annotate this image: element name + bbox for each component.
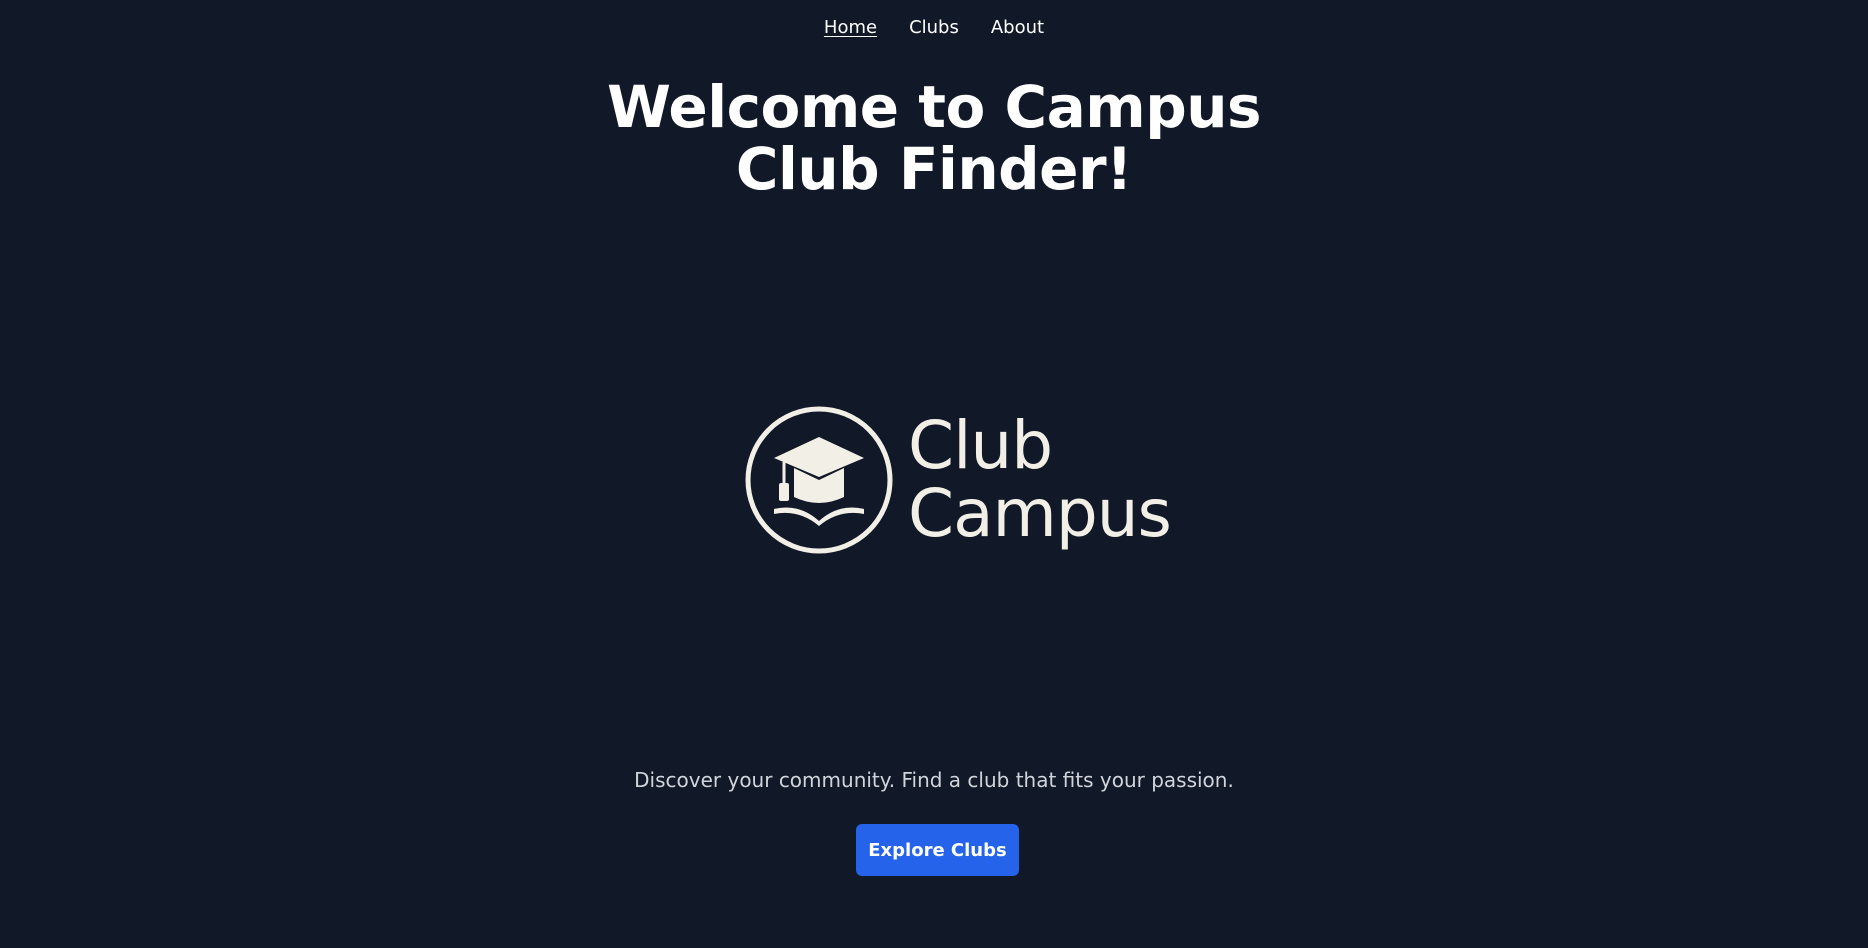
- logo-wordmark: Club Campus: [908, 407, 1172, 552]
- nav-link-clubs[interactable]: Clubs: [909, 16, 959, 40]
- explore-clubs-button[interactable]: Explore Clubs: [856, 824, 1019, 876]
- graduation-cap-book-icon: [745, 406, 893, 554]
- top-nav: Home Clubs About: [0, 16, 1868, 40]
- logo-text-campus: Campus: [908, 475, 1172, 552]
- club-campus-logo: Club Campus: [744, 400, 1172, 560]
- home-page: Home Clubs About Welcome to Campus Club …: [0, 0, 1868, 948]
- page-title-line1: Welcome to Campus: [606, 73, 1262, 141]
- logo-text-club: Club: [908, 407, 1053, 484]
- page-title: Welcome to Campus Club Finder!: [534, 76, 1334, 200]
- tagline: Discover your community. Find a club tha…: [634, 768, 1234, 792]
- nav-link-home[interactable]: Home: [824, 16, 877, 40]
- page-title-line2: Club Finder!: [735, 135, 1133, 203]
- nav-link-about[interactable]: About: [991, 16, 1044, 40]
